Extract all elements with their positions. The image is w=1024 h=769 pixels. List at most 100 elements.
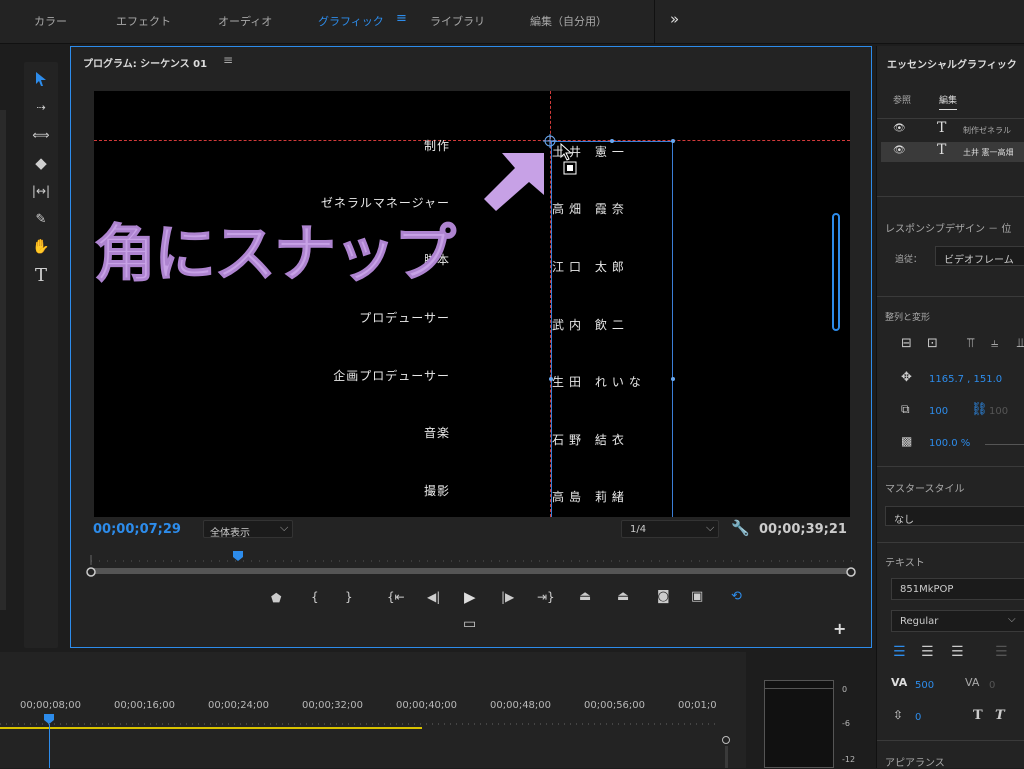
eye-icon[interactable]: 👁 — [893, 123, 906, 134]
chevron-down-icon: ⌵ — [1008, 614, 1016, 625]
razor-tool-icon[interactable]: ◆ — [24, 150, 58, 176]
type-tool-icon[interactable]: T — [24, 262, 58, 288]
tab-audio[interactable]: オーディオ — [218, 13, 272, 29]
follow-dropdown[interactable]: ビデオフレーム — [935, 246, 1024, 266]
text-section-label: テキスト — [885, 558, 925, 569]
snap-caption: 角にスナップ — [94, 217, 457, 291]
align-label: 整列と変形 — [885, 313, 931, 323]
hand-tool-icon[interactable]: ✋ — [24, 234, 58, 260]
fit-dropdown-value: 全体表示 — [210, 528, 250, 539]
work-area-bar[interactable] — [0, 727, 422, 729]
slip-tool-icon[interactable]: |↔| — [24, 178, 58, 204]
ruler-label: 00;00;08;00 — [20, 700, 82, 711]
align-top-icon[interactable]: ⫪ — [967, 336, 974, 351]
font-dropdown[interactable]: 851MkPOP — [891, 578, 1024, 600]
align-left-icon[interactable]: ☰ — [893, 644, 906, 660]
video-frame[interactable]: 制作 ゼネラルマネージャー 脚本 プロデューサー 企画プロデューサー 音楽 撮影… — [94, 91, 850, 517]
font-style-dropdown[interactable]: Regular ⌵ — [891, 610, 1024, 632]
tab-graphics[interactable]: グラフィック — [318, 13, 384, 29]
pen-tool-icon[interactable]: ✎ — [24, 206, 58, 232]
divider — [877, 740, 1024, 741]
align-middle-icon[interactable]: ⫨ — [991, 336, 998, 351]
ripple-edit-tool-icon[interactable]: ⟺ — [24, 122, 58, 148]
align-horizontal-center-icon[interactable]: ⊡ — [927, 336, 938, 351]
credit-name: 土井 憲一 — [552, 145, 629, 159]
tab-browse[interactable]: 参照 — [893, 93, 911, 106]
kerning-value[interactable]: 500 — [915, 680, 934, 691]
handle-right-mid[interactable] — [671, 377, 675, 381]
duration-timecode: 00;00;39;21 — [759, 522, 847, 537]
fit-dropdown[interactable]: 全体表示 ⌵ — [203, 520, 293, 539]
more-workspaces-icon[interactable]: » — [670, 10, 679, 28]
tab-effects[interactable]: エフェクト — [116, 13, 171, 29]
vr-mode-icon[interactable]: ▭ — [463, 616, 476, 632]
workspace-bar: カラー エフェクト オーディオ グラフィック ≡ ライブラリ 編集（自分用） » — [0, 0, 1024, 44]
credit-role: 企画プロデューサー — [333, 369, 450, 383]
meter-label: 0 — [842, 685, 848, 694]
resolution-dropdown[interactable]: 1/4 ⌵ — [621, 520, 719, 538]
step-forward-icon[interactable]: |▶ — [501, 590, 514, 604]
handle-top-right[interactable] — [671, 139, 675, 143]
essential-graphics-panel: エッセンシャルグラフィック 参照 編集 👁 T 制作ゼネラル 👁 T 土井 憲一… — [876, 46, 1024, 769]
tracking-icon: VA — [965, 676, 980, 689]
opacity-value[interactable]: 100.0 % — [929, 438, 970, 449]
tab-edit[interactable]: 編集 — [939, 93, 958, 110]
tab-menu-icon[interactable]: ≡ — [396, 11, 407, 26]
position-value[interactable]: 1165.7 , 151.0 — [929, 374, 1002, 385]
pointer-arrow-icon — [484, 153, 544, 211]
selection-tool-icon[interactable] — [24, 66, 58, 92]
button-editor-icon[interactable]: + — [833, 619, 846, 638]
scale-value[interactable]: 100 — [929, 406, 948, 417]
vertical-scroll-handle[interactable] — [832, 213, 840, 331]
tab-color[interactable]: カラー — [34, 13, 67, 29]
divider — [877, 118, 1024, 119]
wrench-icon[interactable]: 🔧 — [731, 519, 750, 537]
track-select-tool-icon[interactable]: ⇢ — [24, 94, 58, 120]
timeline-ruler-ticks[interactable] — [0, 714, 720, 726]
align-center-icon[interactable]: ☰ — [921, 644, 934, 660]
camera-icon[interactable]: ◙ — [657, 589, 670, 604]
align-right-icon[interactable]: ☰ — [951, 644, 964, 660]
meter-label: -12 — [842, 755, 856, 764]
text-layer-icon: T — [937, 120, 947, 136]
eye-icon[interactable]: 👁 — [893, 145, 906, 156]
align-vertical-center-icon[interactable]: ⊟ — [901, 336, 912, 351]
link-icon[interactable]: ⛓ — [971, 402, 988, 417]
credit-role: プロデューサー — [359, 311, 450, 325]
panel-menu-icon[interactable]: ≡ — [223, 53, 233, 67]
mark-out-icon[interactable]: } — [345, 590, 353, 604]
justify-icon[interactable]: ☰ — [995, 644, 1008, 660]
tab-custom-edit[interactable]: 編集（自分用） — [530, 13, 607, 29]
add-marker-icon[interactable]: ⬟ — [271, 591, 281, 605]
go-to-in-icon[interactable]: {⇤ — [387, 590, 405, 604]
opacity-slider[interactable] — [985, 444, 1024, 445]
scroll-handle[interactable] — [722, 736, 730, 744]
layer-row-selected[interactable]: 👁 T 土井 憲一高畑 — [881, 142, 1024, 162]
credit-name: 高島 莉緒 — [552, 490, 629, 504]
scale-icon: ⧉ — [901, 402, 910, 416]
credit-role: 制作 — [423, 139, 450, 153]
vertical-scrollbar[interactable] — [725, 746, 728, 768]
tab-libraries[interactable]: ライブラリ — [430, 13, 485, 29]
comparison-view-icon[interactable]: ▣ — [691, 589, 703, 604]
ruler-label: 00;00;48;00 — [490, 700, 552, 711]
faux-bold-icon[interactable]: T — [973, 708, 983, 723]
master-style-label: マスタースタイル — [885, 484, 965, 495]
go-to-out-icon[interactable]: ⇥} — [537, 590, 555, 604]
scrub-ruler[interactable] — [85, 547, 859, 583]
align-bottom-icon[interactable]: ⫫ — [1017, 336, 1024, 351]
layer-row[interactable]: 👁 T 制作ゼネラル — [881, 120, 1024, 140]
play-icon[interactable]: ▶ — [464, 588, 476, 606]
responsive-label: レスポンシブデザイン － 位 — [885, 224, 1012, 235]
faux-italic-icon[interactable]: T — [995, 708, 1005, 723]
mark-in-icon[interactable]: { — [311, 590, 319, 604]
leading-value[interactable]: 0 — [915, 712, 921, 723]
current-timecode[interactable]: 00;00;07;29 — [93, 522, 181, 537]
lift-icon[interactable]: ⏏ — [579, 589, 591, 604]
credit-role: 音楽 — [423, 426, 450, 440]
safe-margins-icon[interactable]: ⟲ — [731, 589, 742, 604]
master-style-dropdown[interactable]: なし — [885, 506, 1024, 526]
extract-icon[interactable]: ⏏ — [617, 589, 629, 604]
step-back-icon[interactable]: ◀| — [427, 590, 440, 604]
credit-name: 高畑 霞奈 — [552, 202, 629, 216]
